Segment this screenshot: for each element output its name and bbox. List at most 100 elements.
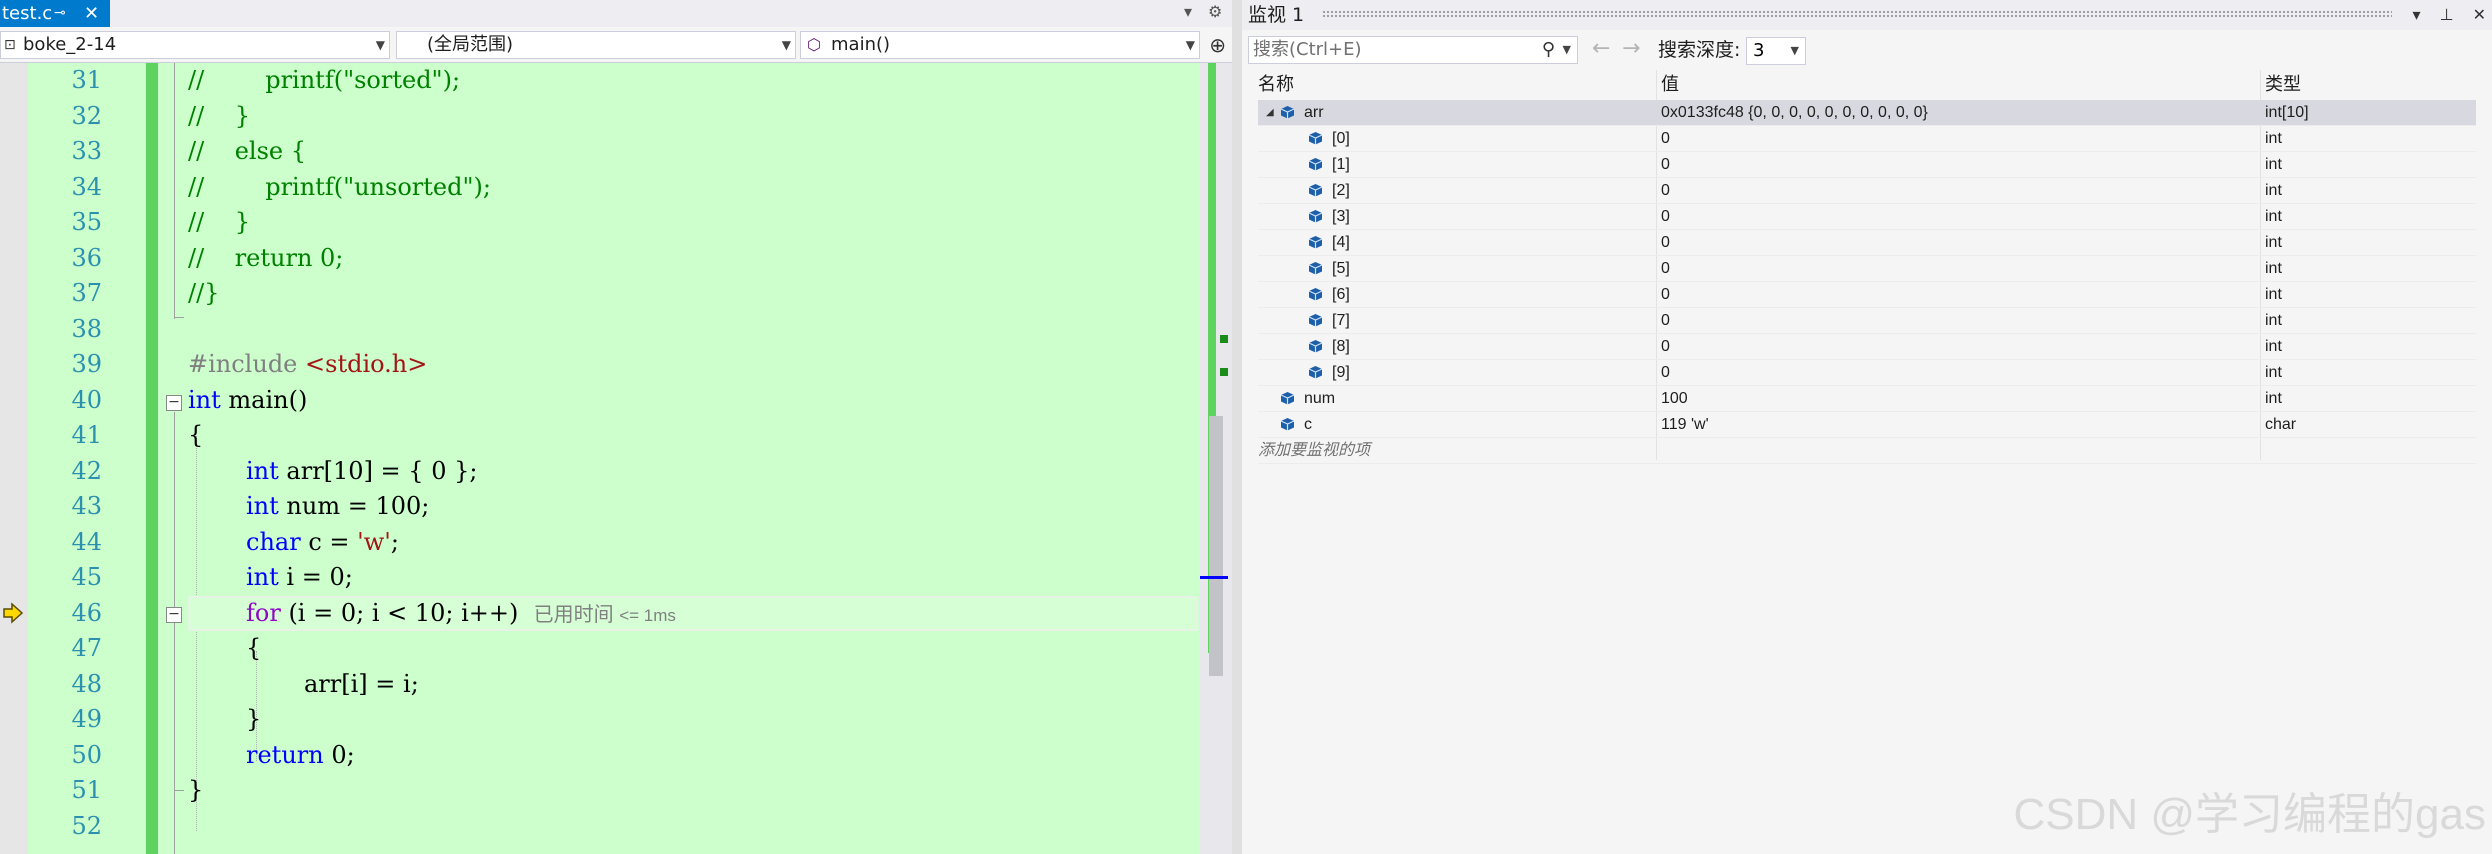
include-header: <stdio.h>: [305, 350, 428, 378]
watch-value[interactable]: 0x0133fc48 {0, 0, 0, 0, 0, 0, 0, 0, 0, 0…: [1661, 100, 1928, 126]
column-header-value[interactable]: 值: [1661, 70, 1679, 100]
variable-cube-icon: [1308, 288, 1323, 301]
comment: // else {: [188, 137, 306, 165]
panel-splitter[interactable]: [1232, 0, 1242, 854]
chevron-down-icon[interactable]: ▾: [1184, 2, 1192, 21]
watch-row-element[interactable]: [0] 0 int: [1258, 126, 2476, 152]
line-number: 39: [71, 350, 102, 378]
line-number: 40: [71, 385, 102, 414]
arrow-right-icon[interactable]: →: [1622, 38, 1640, 60]
watch-name-cell: [0]: [1308, 126, 1350, 152]
comment: // printf("unsorted");: [188, 172, 491, 201]
split-icon[interactable]: ⊕: [1209, 33, 1226, 57]
perf-tip-label: 已用时间: [533, 603, 614, 626]
watch-value[interactable]: 100: [1661, 386, 1688, 412]
watch-value[interactable]: 0: [1661, 178, 1670, 204]
watch-name: [9]: [1332, 364, 1350, 381]
line-number: 31: [71, 66, 102, 94]
tab-test-c[interactable]: test.c ⊸ ✕: [0, 0, 110, 27]
char-literal: 'w': [357, 527, 391, 556]
outline-line: [174, 63, 175, 319]
close-icon[interactable]: ✕: [2473, 5, 2486, 24]
code-text: main(): [220, 385, 308, 414]
search-icon[interactable]: ⚲: [1542, 37, 1555, 63]
code-area[interactable]: 31 32 33 34 35 36 37 38 39 40 41 42 43 44 45 46 47 48 49 50…: [0, 63, 1232, 854]
collapse-main-toggle[interactable]: −: [166, 395, 182, 411]
comment: // return 0;: [188, 243, 344, 272]
variable-cube-icon: [1308, 262, 1323, 275]
pin-icon[interactable]: ⊥: [2440, 5, 2454, 24]
watch-value[interactable]: 0: [1661, 204, 1670, 230]
line-number: 44: [71, 527, 102, 556]
watch-row-element[interactable]: [6] 0 int: [1258, 282, 2476, 308]
scope-dropdown[interactable]: (全局范围) ▼: [396, 31, 796, 59]
watch-row-num[interactable]: num 100 int: [1258, 386, 2476, 412]
watch-row-element[interactable]: [9] 0 int: [1258, 360, 2476, 386]
column-header-type[interactable]: 类型: [2265, 70, 2301, 100]
column-header-name[interactable]: 名称: [1258, 70, 1294, 100]
code-line-43: int num = 100;: [246, 489, 429, 525]
watch-title-buttons: ▾ ⊥ ✕: [2398, 0, 2486, 30]
watch-value[interactable]: 119 'w': [1661, 412, 1709, 438]
search-depth-dropdown[interactable]: 3 ▼: [1746, 37, 1806, 65]
watch-row-arr[interactable]: ◢ arr 0x0133fc48 {0, 0, 0, 0, 0, 0, 0, 0…: [1258, 100, 2476, 126]
watch-name-cell: arr: [1280, 100, 1324, 126]
watch-row-element[interactable]: [3] 0 int: [1258, 204, 2476, 230]
watch-value[interactable]: 0: [1661, 360, 1670, 386]
watch-type: char: [2265, 416, 2297, 433]
watch-value[interactable]: 0: [1661, 334, 1670, 360]
watch-name-cell: [1]: [1308, 152, 1350, 178]
perf-tip[interactable]: 已用时间 <= 1ms: [534, 604, 676, 626]
chevron-down-icon[interactable]: ▼: [1563, 37, 1571, 63]
collapse-for-toggle[interactable]: −: [166, 607, 182, 623]
watch-value[interactable]: 0: [1661, 126, 1670, 152]
watch-value[interactable]: 0: [1661, 282, 1670, 308]
line-number: 51: [71, 776, 102, 804]
watch-row-element[interactable]: [7] 0 int: [1258, 308, 2476, 334]
scrollbar-thumb[interactable]: [1209, 416, 1223, 676]
watch-value[interactable]: 0: [1661, 256, 1670, 282]
watch-row-element[interactable]: [4] 0 int: [1258, 230, 2476, 256]
editor-vertical-scrollbar[interactable]: [1200, 63, 1232, 854]
watch-type: int: [2265, 130, 2282, 147]
cube-icon: ⬡: [807, 35, 821, 54]
arrow-left-icon[interactable]: ←: [1592, 38, 1610, 60]
code-line-42: int arr[10] = { 0 };: [246, 454, 477, 490]
code-lines[interactable]: // printf("sorted"); // } // else { // p…: [188, 63, 1198, 854]
search-input[interactable]: 搜索(Ctrl+E) ⚲ ▼: [1248, 36, 1578, 64]
outlining-margin: [158, 63, 188, 854]
line-number: 38: [71, 314, 102, 343]
watch-value[interactable]: 0: [1661, 152, 1670, 178]
watch-row-element[interactable]: [5] 0 int: [1258, 256, 2476, 282]
project-dropdown[interactable]: ⊡ boke_2-14 ▼: [0, 31, 390, 59]
line-number: 35: [71, 208, 102, 236]
function-dropdown[interactable]: ⬡ main() ▼: [800, 31, 1200, 59]
code-line-51: }: [188, 773, 203, 809]
scope-dropdown-value: (全局范围): [427, 34, 514, 55]
search-depth-value: 3: [1753, 40, 1765, 61]
watch-row-element[interactable]: [8] 0 int: [1258, 334, 2476, 360]
close-icon[interactable]: ✕: [84, 0, 99, 27]
pin-icon[interactable]: ⊸: [54, 0, 66, 27]
watch-row-element[interactable]: [1] 0 int: [1258, 152, 2476, 178]
change-tracking-bar: [146, 63, 158, 854]
variable-cube-icon: [1308, 236, 1323, 249]
watch-type: int: [2265, 338, 2282, 355]
code-text: num = 100;: [278, 492, 430, 520]
gear-icon[interactable]: ⚙: [1208, 2, 1222, 21]
collapse-triangle-icon[interactable]: ◢: [1266, 100, 1274, 126]
line-number: 42: [71, 456, 102, 485]
add-watch-item-row[interactable]: 添加要监视的项: [1258, 438, 2476, 464]
watch-row-element[interactable]: [2] 0 int: [1258, 178, 2476, 204]
variable-cube-icon: [1308, 314, 1323, 327]
add-watch-item-placeholder[interactable]: 添加要监视的项: [1258, 438, 1370, 464]
watch-value[interactable]: 0: [1661, 308, 1670, 334]
code-line-44: char c = 'w';: [246, 525, 399, 561]
watch-name-cell: [6]: [1308, 282, 1350, 308]
line-number: 46: [71, 598, 102, 627]
watch-row-c[interactable]: c 119 'w' char: [1258, 412, 2476, 438]
chevron-down-icon[interactable]: ▾: [2412, 5, 2420, 24]
glyph-margin[interactable]: [0, 63, 28, 854]
watch-value[interactable]: 0: [1661, 230, 1670, 256]
line-number: 52: [71, 811, 102, 840]
